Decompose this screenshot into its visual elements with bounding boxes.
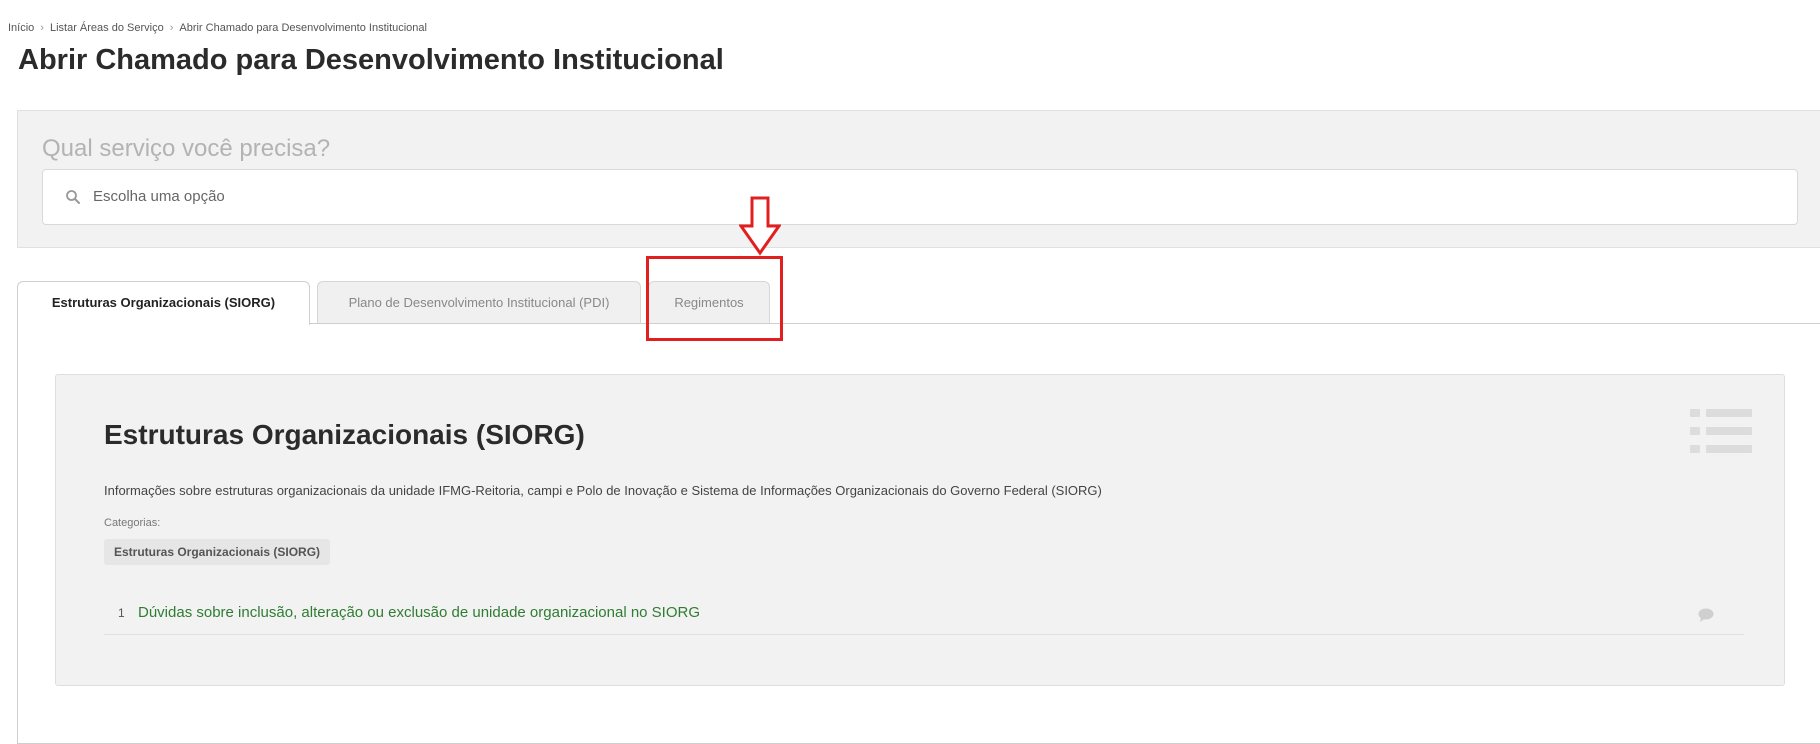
service-link[interactable]: Dúvidas sobre inclusão, alteração ou exc…: [138, 604, 700, 621]
page-title: Abrir Chamado para Desenvolvimento Insti…: [18, 44, 724, 76]
breadcrumb-current: Abrir Chamado para Desenvolvimento Insti…: [179, 22, 427, 34]
service-number: 1: [118, 606, 125, 620]
card-description: Informações sobre estruturas organizacio…: [104, 483, 1102, 498]
category-chip[interactable]: Estruturas Organizacionais (SIORG): [104, 539, 331, 565]
breadcrumb: Início › Listar Áreas do Serviço › Abrir Cha…: [8, 22, 427, 34]
service-search-input[interactable]: Escolha uma opção: [42, 169, 1798, 225]
breadcrumb-separator: ›: [40, 22, 44, 34]
service-search-panel: Qual serviço você precisa? Escolha uma o…: [17, 110, 1820, 248]
search-placeholder: Escolha uma opção: [93, 188, 225, 205]
breadcrumb-separator: ›: [169, 22, 174, 34]
list-item[interactable]: 1 Dúvidas sobre inclusão, alteração ou e…: [104, 599, 1744, 635]
breadcrumb-home-link[interactable]: Início: [8, 22, 34, 34]
tab-plano-desenvolvimento-institucional[interactable]: Plano de Desenvolvimento Institucional (…: [317, 281, 641, 323]
categories-label: Categorias:: [104, 517, 161, 529]
tab-estruturas-organizacionais[interactable]: Estruturas Organizacionais (SIORG): [17, 281, 310, 325]
search-question-label: Qual serviço você precisa?: [42, 135, 331, 162]
breadcrumb-service-areas-link[interactable]: Listar Áreas do Serviço: [50, 22, 164, 34]
search-icon: [66, 190, 80, 204]
annotation-highlight-box: [646, 256, 783, 341]
service-area-card: Estruturas Organizacionais (SIORG) Infor…: [55, 374, 1785, 686]
page: Início › Listar Áreas do Serviço › Abrir Cha…: [0, 0, 1820, 744]
card-title: Estruturas Organizacionais (SIORG): [104, 419, 585, 450]
list-icon: [1690, 409, 1752, 453]
comment-icon: [1698, 608, 1714, 622]
annotation-arrow-icon: [739, 196, 781, 256]
